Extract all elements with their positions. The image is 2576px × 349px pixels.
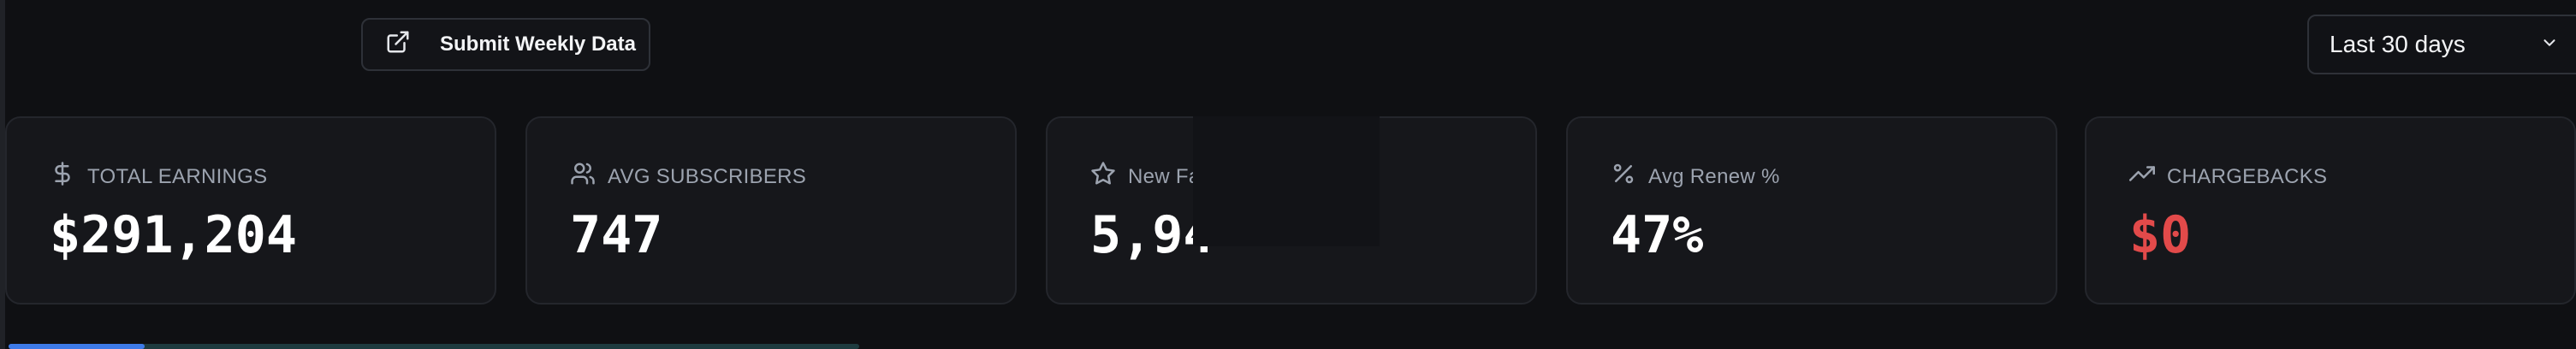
submit-weekly-data-button[interactable]: Submit Weekly Data (361, 18, 650, 71)
metric-label: AVG SUBSCRIBERS (570, 161, 806, 192)
star-icon (1090, 161, 1116, 192)
metric-value: 47% (1611, 205, 1704, 265)
metric-label: TOTAL EARNINGS (50, 161, 267, 192)
overlay-panel (1193, 116, 1380, 246)
metric-card-avg-subscribers: AVG SUBSCRIBERS 747 (525, 116, 1017, 305)
metric-label: Avg Renew % (1611, 161, 1780, 192)
metric-card-avg-renew: Avg Renew % 47% (1566, 116, 2057, 305)
metric-card-total-earnings: TOTAL EARNINGS $291,204 (5, 116, 496, 305)
metric-label-text: AVG SUBSCRIBERS (608, 164, 807, 188)
progress-fill (9, 344, 145, 349)
percent-icon (1611, 161, 1636, 192)
metric-label-text: New Fa (1128, 164, 1201, 188)
dashboard-header: Submit Weekly Data Last 30 days TOTAL EA… (0, 0, 2576, 349)
submit-button-label: Submit Weekly Data (440, 33, 636, 56)
metric-label-text: CHARGEBACKS (2167, 164, 2328, 188)
trending-up-icon (2129, 161, 2155, 192)
chevron-down-icon (2540, 31, 2559, 58)
metric-card-chargebacks: CHARGEBACKS $0 (2085, 116, 2576, 305)
metric-label-text: Avg Renew % (1648, 164, 1780, 188)
metric-value: $291,204 (50, 205, 297, 265)
external-link-icon (385, 29, 411, 61)
progress-bar (9, 344, 859, 349)
dollar-icon (50, 161, 75, 192)
metric-value: 747 (570, 205, 663, 265)
metric-label: CHARGEBACKS (2129, 161, 2327, 192)
users-icon (570, 161, 596, 192)
metric-label: New Fa (1090, 161, 1201, 192)
date-range-select[interactable]: Last 30 days (2307, 15, 2576, 74)
metric-value: $0 (2129, 205, 2192, 265)
metric-label-text: TOTAL EARNINGS (87, 164, 268, 188)
date-range-value: Last 30 days (2330, 31, 2466, 57)
